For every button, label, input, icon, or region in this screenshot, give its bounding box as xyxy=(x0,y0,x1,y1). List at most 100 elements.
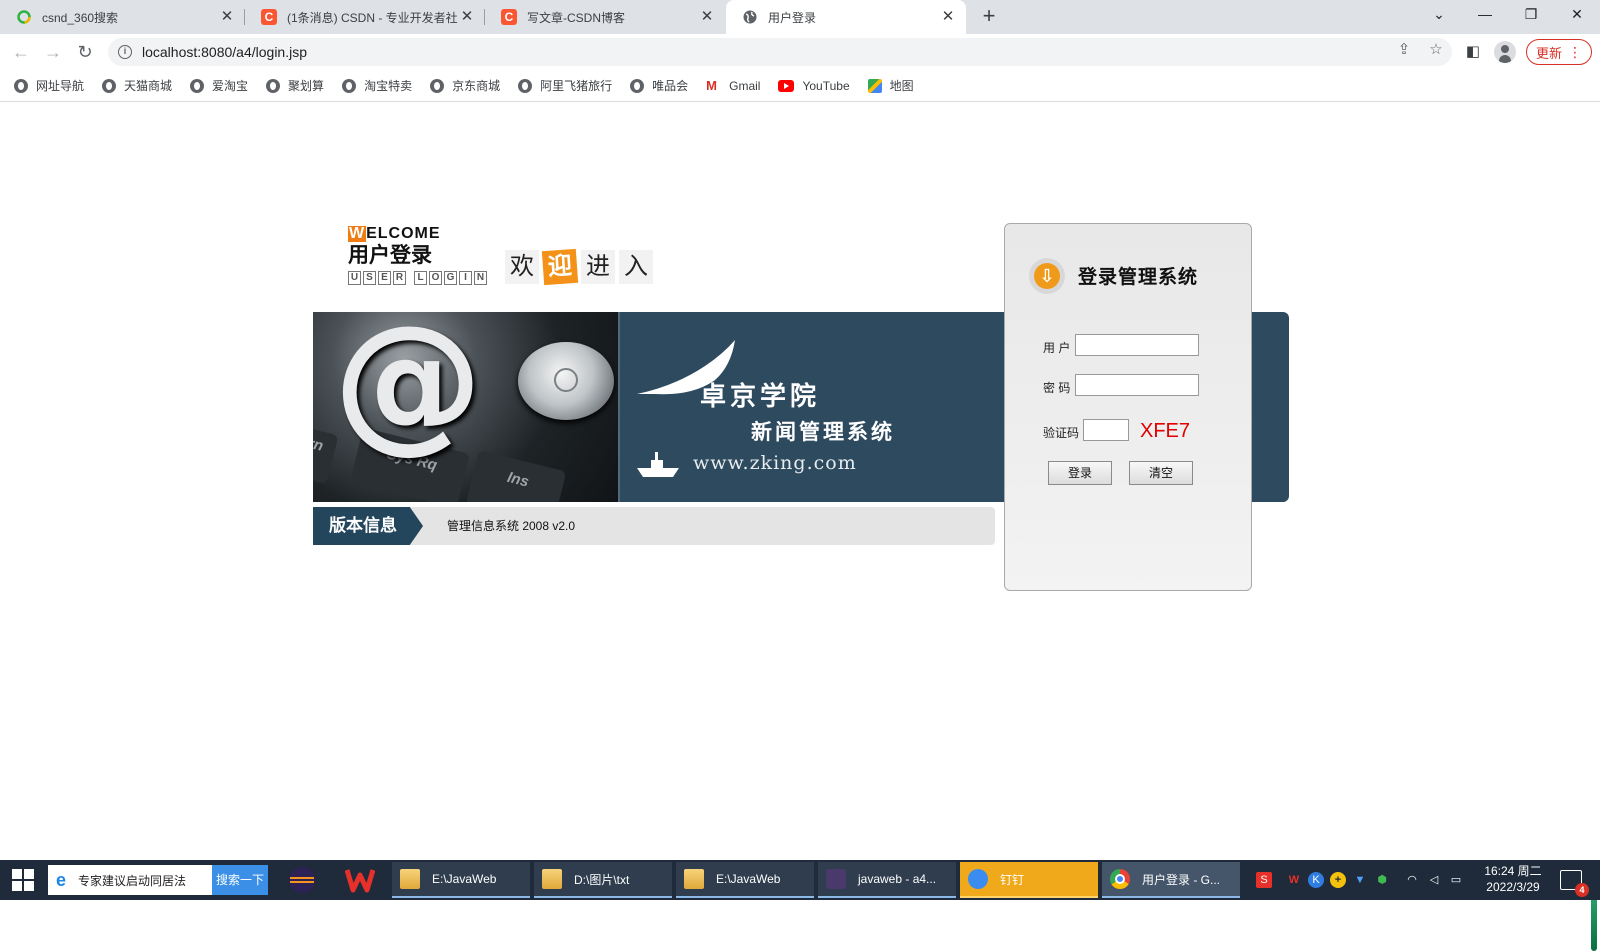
new-tab-button[interactable]: + xyxy=(975,4,1003,30)
bookmark-item[interactable]: 阿里飞猪旅行 xyxy=(518,77,612,94)
address-bar[interactable]: i localhost:8080/a4/login.jsp xyxy=(108,38,1452,66)
version-info-bar: 版本信息 管理信息系统 2008 v2.0 xyxy=(313,507,995,545)
bookmark-item[interactable]: 聚划算 xyxy=(266,77,324,94)
bookmark-item[interactable]: 网址导航 xyxy=(14,77,84,94)
taskbar-item-eclipse[interactable]: javaweb - a4... xyxy=(818,862,956,898)
restore-window-button[interactable]: ❐ xyxy=(1508,0,1554,30)
close-tab-icon[interactable]: ✕ xyxy=(219,9,235,25)
eclipse-ide-icon xyxy=(826,869,846,889)
browser-tab-strip: csnd_360搜索 ✕ C (1条消息) CSDN - 专业开发者社 ✕ C … xyxy=(0,0,1600,34)
windows-start-icon[interactable] xyxy=(0,860,46,900)
password-input[interactable] xyxy=(1075,374,1199,396)
bookmark-item[interactable]: 天猫商城 xyxy=(102,77,172,94)
close-window-button[interactable]: ✕ xyxy=(1554,0,1600,30)
k-app-tray-icon[interactable]: K xyxy=(1308,872,1324,888)
taskbar-item-chrome[interactable]: 用户登录 - G... xyxy=(1102,862,1240,898)
taskbar-item-label: E:\JavaWeb xyxy=(716,872,781,886)
wps-tray-icon[interactable]: W xyxy=(1286,872,1302,888)
captcha-code[interactable]: XFE7 xyxy=(1140,420,1190,443)
close-tab-icon[interactable]: ✕ xyxy=(940,9,956,25)
bookmark-gmail[interactable]: M Gmail xyxy=(706,79,760,93)
taskbar-item-explorer[interactable]: E:\JavaWeb xyxy=(676,862,814,898)
update-button[interactable]: 更新 ⋮ xyxy=(1526,39,1592,65)
tab-title: (1条消息) CSDN - 专业开发者社 xyxy=(287,10,458,25)
user-login-letter-boxes: USERLOGIN xyxy=(348,271,487,285)
login-panel-title: 登录管理系统 xyxy=(1078,267,1199,288)
bookmark-item[interactable]: 淘宝特卖 xyxy=(342,77,412,94)
bookmark-maps[interactable]: 地图 xyxy=(867,77,914,94)
tab-csdn-home[interactable]: C (1条消息) CSDN - 专业开发者社 ✕ xyxy=(245,0,485,34)
bookmark-item[interactable]: 唯品会 xyxy=(630,77,688,94)
captcha-label: 验证码 xyxy=(1043,426,1080,440)
chrome-icon xyxy=(1110,869,1130,889)
browser-toolbar: ← → ↻ i localhost:8080/a4/login.jsp ⇪ ☆ … xyxy=(0,34,1600,70)
minimize-window-button[interactable]: — xyxy=(1462,0,1508,30)
bookmark-label: YouTube xyxy=(802,78,850,93)
profile-avatar-icon[interactable] xyxy=(1494,41,1516,63)
csdn-icon: C xyxy=(501,9,517,25)
system-name: 新闻管理系统 xyxy=(751,419,895,444)
taskbar-search-text[interactable]: 专家建议启动同居法 xyxy=(78,872,212,889)
taskbar-item-label: D:\图片\txt xyxy=(574,872,630,887)
update-label: 更新 xyxy=(1535,45,1562,61)
page-scrollbar-indicator[interactable] xyxy=(1591,895,1597,951)
globe-icon xyxy=(518,78,533,93)
notification-center-icon[interactable]: 4 xyxy=(1560,870,1589,897)
share-icon[interactable]: ⇪ xyxy=(1392,38,1416,62)
bookmark-item[interactable]: 爱淘宝 xyxy=(190,77,248,94)
bookmark-label: 聚划算 xyxy=(288,79,325,93)
download-arrow-icon: ⇩ xyxy=(1029,258,1065,294)
tab-search-chevron-icon[interactable]: ⌄ xyxy=(1416,0,1462,30)
battery-icon[interactable]: ▭ xyxy=(1448,872,1464,888)
shield-blue-tray-icon[interactable]: ▼ xyxy=(1352,872,1368,888)
bookmark-item[interactable]: 京东商城 xyxy=(430,77,500,94)
close-tab-icon[interactable]: ✕ xyxy=(459,9,475,25)
bookmark-star-icon[interactable]: ☆ xyxy=(1424,38,1448,62)
wps-office-icon[interactable] xyxy=(340,864,380,896)
maps-icon xyxy=(867,78,882,93)
tab-title: 写文章-CSDN博客 xyxy=(527,10,625,25)
banner-divider xyxy=(618,312,620,502)
back-arrow-icon[interactable]: ← xyxy=(8,40,34,64)
taskbar-clock[interactable]: 16:24 周二 2022/3/29 xyxy=(1478,863,1548,895)
side-panel-icon[interactable]: ◧ xyxy=(1460,40,1486,64)
bookmark-label: 爱淘宝 xyxy=(212,79,249,93)
volume-icon[interactable]: ◁ xyxy=(1426,872,1442,888)
taskbar-item-explorer[interactable]: E:\JavaWeb xyxy=(392,862,530,898)
tab-360-search[interactable]: csnd_360搜索 ✕ xyxy=(0,0,245,34)
taskbar-search-button[interactable]: 搜索一下 xyxy=(212,865,268,895)
forward-arrow-icon[interactable]: → xyxy=(40,40,66,64)
dingtalk-icon xyxy=(968,869,988,889)
windows-taskbar: e 专家建议启动同居法 搜索一下 E:\JavaWeb D:\图片\txt E:… xyxy=(0,860,1600,900)
youtube-icon xyxy=(778,79,795,92)
reload-icon[interactable]: ↻ xyxy=(72,40,98,64)
address-url[interactable]: localhost:8080/a4/login.jsp xyxy=(142,44,307,60)
bookmark-youtube[interactable]: YouTube xyxy=(778,78,850,93)
close-tab-icon[interactable]: ✕ xyxy=(699,9,715,25)
sogou-input-icon[interactable]: S xyxy=(1256,872,1272,888)
globe-icon xyxy=(102,78,117,93)
site-info-icon[interactable]: i xyxy=(118,45,132,59)
login-panel: ⇩ 登录管理系统 用 户 密 码 验证码 XFE7 登录 清空 xyxy=(1004,223,1252,591)
taskbar-item-dingtalk[interactable]: 钉钉 xyxy=(960,862,1098,898)
gmail-icon: M xyxy=(706,77,717,93)
security-shield-tray-icon[interactable]: ⬢ xyxy=(1374,872,1390,888)
taskbar-item-explorer[interactable]: D:\图片\txt xyxy=(534,862,672,898)
college-name: 卓京学院 xyxy=(700,382,821,412)
login-button[interactable]: 登录 xyxy=(1048,461,1112,485)
password-label: 密 码 xyxy=(1043,381,1071,395)
username-input[interactable] xyxy=(1075,334,1199,356)
taskbar-item-label: javaweb - a4... xyxy=(858,872,937,886)
welcome-english: WELCOME xyxy=(348,225,441,242)
globe-icon xyxy=(342,78,357,93)
captcha-input[interactable] xyxy=(1083,419,1129,441)
taskbar-search-box[interactable]: e 专家建议启动同居法 搜索一下 xyxy=(48,865,268,895)
wifi-icon[interactable]: ◠ xyxy=(1404,872,1420,888)
plus-tray-icon[interactable]: + xyxy=(1330,872,1346,888)
more-menu-icon: ⋮ xyxy=(1568,44,1582,60)
welcome-art-text: 欢迎进入 xyxy=(505,248,653,286)
clear-button[interactable]: 清空 xyxy=(1129,461,1193,485)
tab-csdn-write[interactable]: C 写文章-CSDN博客 ✕ xyxy=(485,0,725,34)
eclipse-icon[interactable] xyxy=(282,864,322,896)
tab-user-login[interactable]: 用户登录 ✕ xyxy=(726,0,966,34)
